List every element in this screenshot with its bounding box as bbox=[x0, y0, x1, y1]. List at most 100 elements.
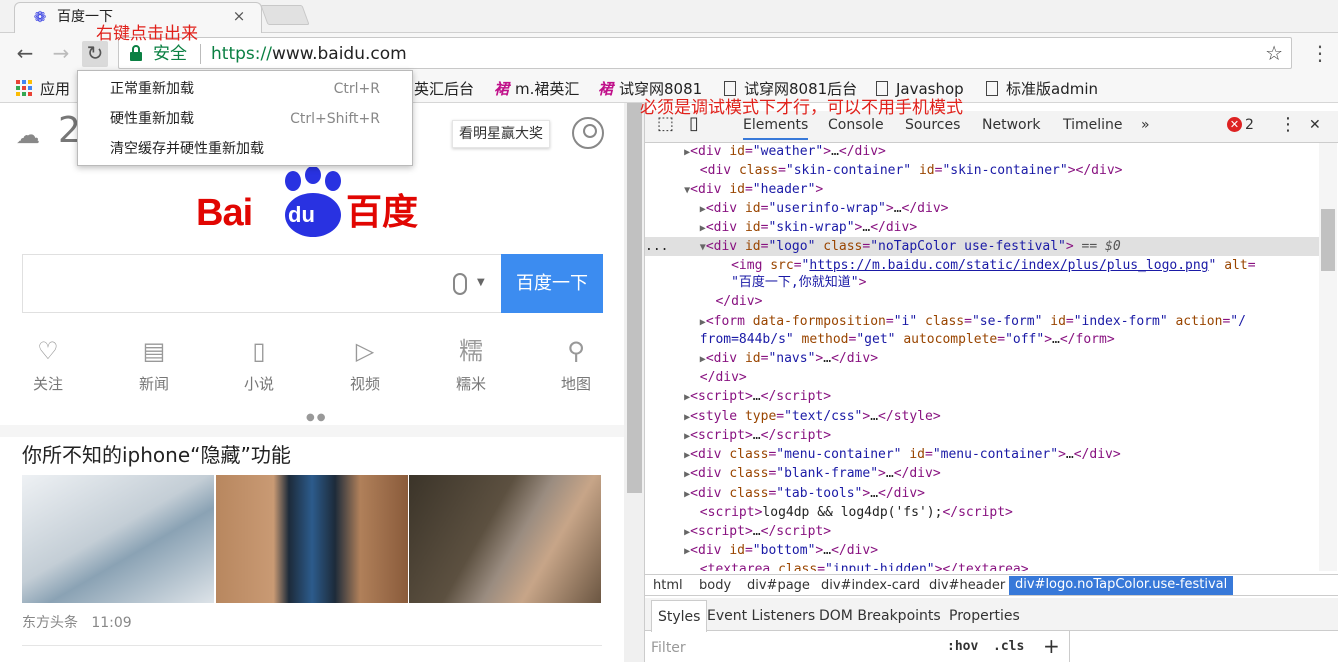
bookmark-favicon-icon: 裙 bbox=[494, 80, 510, 98]
tab-styles[interactable]: Styles bbox=[651, 600, 708, 632]
page-scrollbar[interactable] bbox=[624, 103, 644, 662]
news-headline[interactable]: 你所不知的iphone“隐藏”功能 bbox=[22, 441, 291, 469]
play-icon: ▷ bbox=[355, 337, 375, 365]
dom-node-selected[interactable]: ... ▼<div id="logo" class="noTapColor us… bbox=[645, 237, 1319, 256]
dom-tree[interactable]: ▶<div id="weather">…</div> <div class="s… bbox=[645, 143, 1319, 571]
dom-node[interactable]: ▶<style type="text/css">…</style> bbox=[645, 407, 1319, 426]
class-toggle[interactable]: .cls bbox=[993, 639, 1024, 654]
menu-item-normal-reload[interactable]: 正常重新加载 Ctrl+R bbox=[78, 74, 414, 104]
secure-label: 安全 bbox=[153, 44, 187, 64]
dom-node[interactable]: ▶<form data-formposition="i" class="se-f… bbox=[645, 312, 1319, 331]
tab-event-listeners[interactable]: Event Listeners bbox=[707, 606, 815, 626]
tab-strip: ❁ 百度一下 × bbox=[0, 0, 1338, 34]
forward-arrow-icon[interactable]: → bbox=[48, 41, 74, 67]
styles-filter-input[interactable]: Filter bbox=[651, 639, 686, 657]
dom-node[interactable]: ▶<script>…</script> bbox=[645, 426, 1319, 445]
news-thumbnail[interactable] bbox=[409, 475, 601, 603]
nav-item-video[interactable]: ▷ 视频 bbox=[335, 336, 395, 394]
scrollbar-thumb[interactable] bbox=[1321, 209, 1335, 271]
dom-node[interactable]: ▶<div id="skin-wrap">…</div> bbox=[645, 218, 1319, 237]
bookmark-item[interactable]: 标准版admin bbox=[986, 79, 1098, 99]
more-tabs-icon[interactable]: » bbox=[1141, 115, 1150, 135]
map-pin-icon: ⚲ bbox=[567, 337, 585, 365]
caret-down-icon[interactable]: ▼ bbox=[477, 277, 485, 288]
nav-item-news[interactable]: ▤ 新闻 bbox=[124, 336, 184, 394]
back-arrow-icon[interactable]: ← bbox=[12, 41, 38, 67]
bookmark-item[interactable]: 英汇后台 bbox=[414, 79, 474, 99]
dom-node[interactable]: ▶<div id="bottom">…</div> bbox=[645, 541, 1319, 560]
news-thumbnail[interactable] bbox=[22, 475, 214, 603]
nav-item-follow[interactable]: ♡ 关注 bbox=[18, 336, 78, 394]
tab-dom-breakpoints[interactable]: DOM Breakpoints bbox=[819, 606, 941, 626]
url-text[interactable]: https://www.baidu.com bbox=[211, 43, 407, 65]
dom-node[interactable]: ▶<div class="tab-tools">…</div> bbox=[645, 484, 1319, 503]
dom-node[interactable]: </div> bbox=[645, 368, 1319, 387]
dom-node[interactable]: ▶<div id="weather">…</div> bbox=[645, 143, 1319, 161]
bookmark-apps[interactable]: 应用 bbox=[40, 79, 70, 99]
news-thumbnail[interactable] bbox=[216, 475, 408, 603]
dom-node[interactable]: ▼<div id="header"> bbox=[645, 180, 1319, 199]
tab-timeline[interactable]: Timeline bbox=[1063, 115, 1123, 135]
menu-item-empty-cache-reload[interactable]: 清空缓存并硬性重新加载 bbox=[78, 134, 414, 164]
devtools-menu-icon[interactable]: ⋮ bbox=[1279, 115, 1297, 135]
nav-label: 糯米 bbox=[455, 375, 486, 393]
bookmark-item[interactable]: Javashop bbox=[876, 79, 964, 99]
close-devtools-icon[interactable]: ✕ bbox=[1309, 115, 1321, 135]
nav-label: 地图 bbox=[560, 375, 591, 393]
breadcrumb-item[interactable]: html bbox=[653, 577, 683, 595]
breadcrumb-item[interactable]: div#page bbox=[747, 577, 810, 595]
microphone-icon[interactable] bbox=[453, 273, 467, 295]
dom-node[interactable]: ▶<div class="blank-frame">…</div> bbox=[645, 464, 1319, 483]
baidu-paw-icon: ❁ bbox=[33, 8, 47, 26]
dom-node[interactable]: </div> bbox=[645, 292, 1319, 311]
dom-node[interactable]: "百度一下,你就知道"> bbox=[645, 273, 1319, 292]
nav-label: 新闻 bbox=[138, 375, 169, 393]
bookmark-item[interactable]: 裙试穿网8081 bbox=[598, 79, 702, 99]
dom-node[interactable]: ▶<div id="navs">…</div> bbox=[645, 349, 1319, 368]
dom-node[interactable]: <div class="skin-container" id="skin-con… bbox=[645, 161, 1319, 180]
tab-network[interactable]: Network bbox=[982, 115, 1040, 135]
nav-item-nuomi[interactable]: 糯 糯米 bbox=[441, 336, 501, 394]
bookmark-item[interactable]: 试穿网8081后台 bbox=[724, 79, 857, 99]
bookmark-star-icon[interactable]: ☆ bbox=[1265, 41, 1283, 65]
bookmark-label: 试穿网8081后台 bbox=[744, 80, 858, 98]
search-input[interactable]: ▼ bbox=[22, 254, 502, 313]
bookmark-item[interactable]: 裙 m.裙英汇 bbox=[494, 79, 579, 99]
error-count[interactable]: 2 bbox=[1245, 115, 1254, 135]
breadcrumb-item[interactable]: div#index-card bbox=[821, 577, 920, 595]
scrollbar-thumb[interactable] bbox=[627, 103, 642, 493]
apps-grid-icon[interactable] bbox=[16, 80, 32, 96]
celebrity-promo-button[interactable]: 看明星赢大奖 bbox=[452, 120, 550, 148]
browser-menu-icon[interactable]: ⋮ bbox=[1310, 41, 1330, 65]
dom-tree-scrollbar[interactable] bbox=[1319, 143, 1337, 571]
new-tab-button[interactable] bbox=[260, 5, 310, 25]
nav-item-map[interactable]: ⚲ 地图 bbox=[546, 336, 606, 394]
dom-node[interactable]: <textarea class="input-hidden"></textare… bbox=[645, 560, 1319, 571]
dom-node[interactable]: ▶<div class="menu-container" id="menu-co… bbox=[645, 445, 1319, 464]
dom-node[interactable]: ▶<script>…</script> bbox=[645, 522, 1319, 541]
hover-state-toggle[interactable]: :hov bbox=[947, 639, 978, 654]
nav-item-novel[interactable]: ▯ 小说 bbox=[229, 336, 289, 394]
dom-node[interactable]: ▶<div id="userinfo-wrap">…</div> bbox=[645, 199, 1319, 218]
address-bar[interactable]: 安全 https://www.baidu.com ☆ bbox=[118, 37, 1292, 69]
breadcrumb-item[interactable]: body bbox=[699, 577, 731, 595]
reload-icon[interactable]: ↻ bbox=[82, 41, 108, 67]
tab-properties[interactable]: Properties bbox=[949, 606, 1020, 626]
breadcrumb-item-selected[interactable]: div#logo.noTapColor.use-festival bbox=[1009, 576, 1234, 595]
dom-node[interactable]: from=844b/s" method="get" autocomplete="… bbox=[645, 330, 1319, 349]
heart-icon: ♡ bbox=[37, 337, 59, 365]
add-style-rule-icon[interactable]: + bbox=[1043, 634, 1060, 658]
menu-item-hard-reload[interactable]: 硬性重新加载 Ctrl+Shift+R bbox=[78, 104, 414, 134]
user-avatar-icon[interactable] bbox=[572, 117, 604, 149]
browser-toolbar: ← → ↻ 安全 https://www.baidu.com ☆ ⋮ bbox=[0, 33, 1338, 75]
search-button[interactable]: 百度一下 bbox=[501, 254, 603, 313]
divider bbox=[22, 645, 602, 646]
error-icon[interactable]: ✕ bbox=[1227, 117, 1242, 132]
annotation-reload: 右键点击出来 bbox=[96, 24, 198, 44]
page-icon bbox=[986, 81, 998, 96]
nuomi-icon: 糯 bbox=[459, 337, 483, 365]
dom-node[interactable]: <script>log4dp && log4dp('fs');</script> bbox=[645, 503, 1319, 522]
breadcrumb-item[interactable]: div#header bbox=[929, 577, 1005, 595]
dom-node[interactable]: ▶<script>…</script> bbox=[645, 387, 1319, 406]
tab-close-icon[interactable]: × bbox=[230, 6, 248, 26]
